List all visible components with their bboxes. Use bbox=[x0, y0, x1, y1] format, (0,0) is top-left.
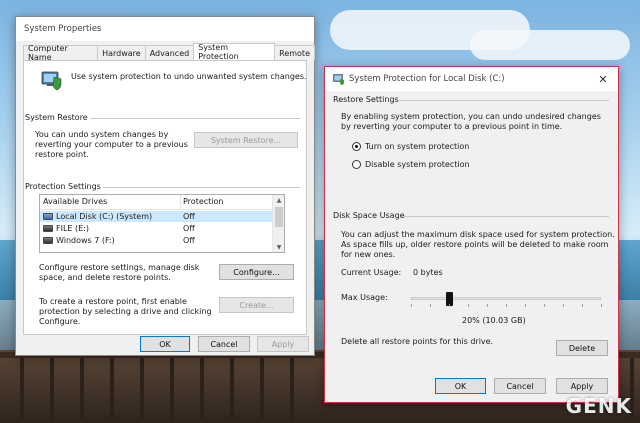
turn-on-protection-radio[interactable] bbox=[352, 142, 361, 151]
ok-button[interactable]: OK bbox=[140, 336, 190, 352]
tab-hardware[interactable]: Hardware bbox=[97, 45, 146, 60]
scroll-down-arrow-icon[interactable]: ▼ bbox=[273, 242, 285, 252]
ok-button[interactable]: OK bbox=[435, 378, 486, 394]
drives-list-header: Available Drives Protection bbox=[40, 195, 272, 210]
slider-tick bbox=[430, 304, 431, 307]
hdd-icon bbox=[43, 225, 53, 232]
disable-protection-label[interactable]: Disable system protection bbox=[365, 160, 470, 170]
column-header-protection[interactable]: Protection bbox=[183, 197, 223, 207]
current-usage-label: Current Usage: bbox=[341, 268, 402, 277]
drive-name-cell: Windows 7 (F:) bbox=[43, 236, 115, 245]
slider-tick bbox=[525, 304, 526, 307]
background-rail-post bbox=[200, 358, 204, 418]
background-rail-post bbox=[140, 358, 144, 418]
configure-button[interactable]: Configure... bbox=[219, 264, 294, 280]
protection-settings-heading: Protection Settings bbox=[25, 182, 101, 191]
disk-space-usage-heading: Disk Space Usage bbox=[333, 211, 405, 220]
background-rail-post bbox=[80, 358, 84, 418]
restore-settings-heading: Restore Settings bbox=[333, 95, 399, 104]
slider-tick bbox=[601, 304, 602, 307]
scroll-up-arrow-icon[interactable]: ▲ bbox=[273, 195, 285, 205]
slider-tick bbox=[506, 304, 507, 307]
background-rail-post bbox=[50, 358, 54, 418]
create-description: To create a restore point, first enable … bbox=[39, 297, 212, 326]
column-separator bbox=[180, 195, 181, 210]
turn-on-protection-label[interactable]: Turn on system protection bbox=[365, 142, 469, 152]
slider-tick bbox=[544, 304, 545, 307]
column-header-available-drives[interactable]: Available Drives bbox=[43, 197, 107, 207]
slider-tick bbox=[582, 304, 583, 307]
apply-button[interactable]: Apply bbox=[257, 336, 309, 352]
system-restore-description: You can undo system changes by reverting… bbox=[35, 130, 188, 159]
divider bbox=[399, 100, 609, 101]
tab-remote[interactable]: Remote bbox=[274, 45, 315, 60]
system-restore-button[interactable]: System Restore... bbox=[194, 132, 298, 148]
drive-protection-status: Off bbox=[183, 224, 195, 233]
max-usage-value: 20% (10.03 GB) bbox=[462, 316, 526, 325]
background-cloud bbox=[470, 30, 630, 60]
background-rail-post bbox=[230, 358, 234, 418]
system-protection-intro: Use system protection to undo unwanted s… bbox=[71, 72, 307, 81]
drive-row[interactable]: Windows 7 (F:) Off bbox=[40, 235, 272, 246]
slider-tick bbox=[468, 304, 469, 307]
divider bbox=[103, 187, 300, 188]
tab-computer-name[interactable]: Computer Name bbox=[23, 44, 99, 62]
system-protection-titlebar[interactable]: System Protection for Local Disk (C:) ✕ bbox=[325, 67, 618, 91]
drive-name: Windows 7 (F:) bbox=[56, 236, 115, 245]
system-properties-window: System Properties Computer Name Hardware… bbox=[15, 16, 315, 356]
dialog-title: System Protection for Local Disk (C:) bbox=[349, 74, 505, 84]
system-properties-titlebar[interactable]: System Properties bbox=[16, 17, 314, 41]
drive-name: Local Disk (C:) (System) bbox=[56, 212, 153, 221]
slider-tick bbox=[449, 304, 450, 307]
delete-button[interactable]: Delete bbox=[556, 340, 608, 356]
max-usage-label: Max Usage: bbox=[341, 293, 388, 302]
apply-button[interactable]: Apply bbox=[556, 378, 608, 394]
window-title: System Properties bbox=[24, 24, 102, 34]
drive-name-cell: Local Disk (C:) (System) bbox=[43, 212, 152, 221]
background-rail-post bbox=[170, 358, 174, 418]
scroll-thumb[interactable] bbox=[275, 207, 283, 227]
disable-protection-radio[interactable] bbox=[352, 160, 361, 169]
slider-tick bbox=[563, 304, 564, 307]
drive-name-cell: FILE (E:) bbox=[43, 224, 89, 233]
divider bbox=[90, 118, 300, 119]
tab-system-protection[interactable]: System Protection bbox=[193, 43, 276, 61]
close-icon[interactable]: ✕ bbox=[588, 67, 618, 91]
disk-space-description: You can adjust the maximum disk space us… bbox=[341, 230, 615, 259]
slider-tick bbox=[411, 304, 412, 307]
drive-protection-status: Off bbox=[183, 236, 195, 245]
system-protection-icon bbox=[41, 71, 62, 91]
background-rail-post bbox=[290, 358, 294, 418]
drives-list[interactable]: Available Drives Protection Local Disk (… bbox=[39, 194, 285, 253]
cancel-button[interactable]: Cancel bbox=[198, 336, 250, 352]
background-rail-post bbox=[260, 358, 264, 418]
restore-settings-description: By enabling system protection, you can u… bbox=[341, 112, 601, 131]
tab-strip: Computer Name Hardware Advanced System P… bbox=[23, 43, 315, 62]
background-rail-post bbox=[20, 358, 24, 418]
drive-protection-status: Off bbox=[183, 212, 195, 221]
hdd-icon bbox=[43, 237, 53, 244]
tab-advanced[interactable]: Advanced bbox=[144, 45, 195, 60]
system-restore-heading: System Restore bbox=[25, 113, 88, 122]
system-protection-app-icon bbox=[333, 74, 344, 85]
drive-row[interactable]: FILE (E:) Off bbox=[40, 223, 272, 234]
slider-tick bbox=[487, 304, 488, 307]
cancel-button[interactable]: Cancel bbox=[494, 378, 546, 394]
configure-description: Configure restore settings, manage disk … bbox=[39, 263, 200, 282]
system-protection-panel: Use system protection to undo unwanted s… bbox=[23, 60, 307, 335]
current-usage-value: 0 bytes bbox=[413, 268, 443, 277]
max-usage-slider-track[interactable] bbox=[411, 297, 601, 300]
system-drive-icon bbox=[43, 213, 53, 220]
system-protection-dialog: System Protection for Local Disk (C:) ✕ … bbox=[324, 66, 619, 403]
drive-row[interactable]: Local Disk (C:) (System) Off bbox=[40, 211, 272, 222]
drive-name: FILE (E:) bbox=[56, 224, 90, 233]
watermark-logo: GENK bbox=[565, 394, 632, 418]
delete-description: Delete all restore points for this drive… bbox=[341, 337, 494, 346]
background-rail-post bbox=[110, 358, 114, 418]
drives-list-scrollbar[interactable]: ▲ ▼ bbox=[272, 195, 284, 252]
divider bbox=[401, 216, 609, 217]
create-button[interactable]: Create... bbox=[219, 297, 294, 313]
